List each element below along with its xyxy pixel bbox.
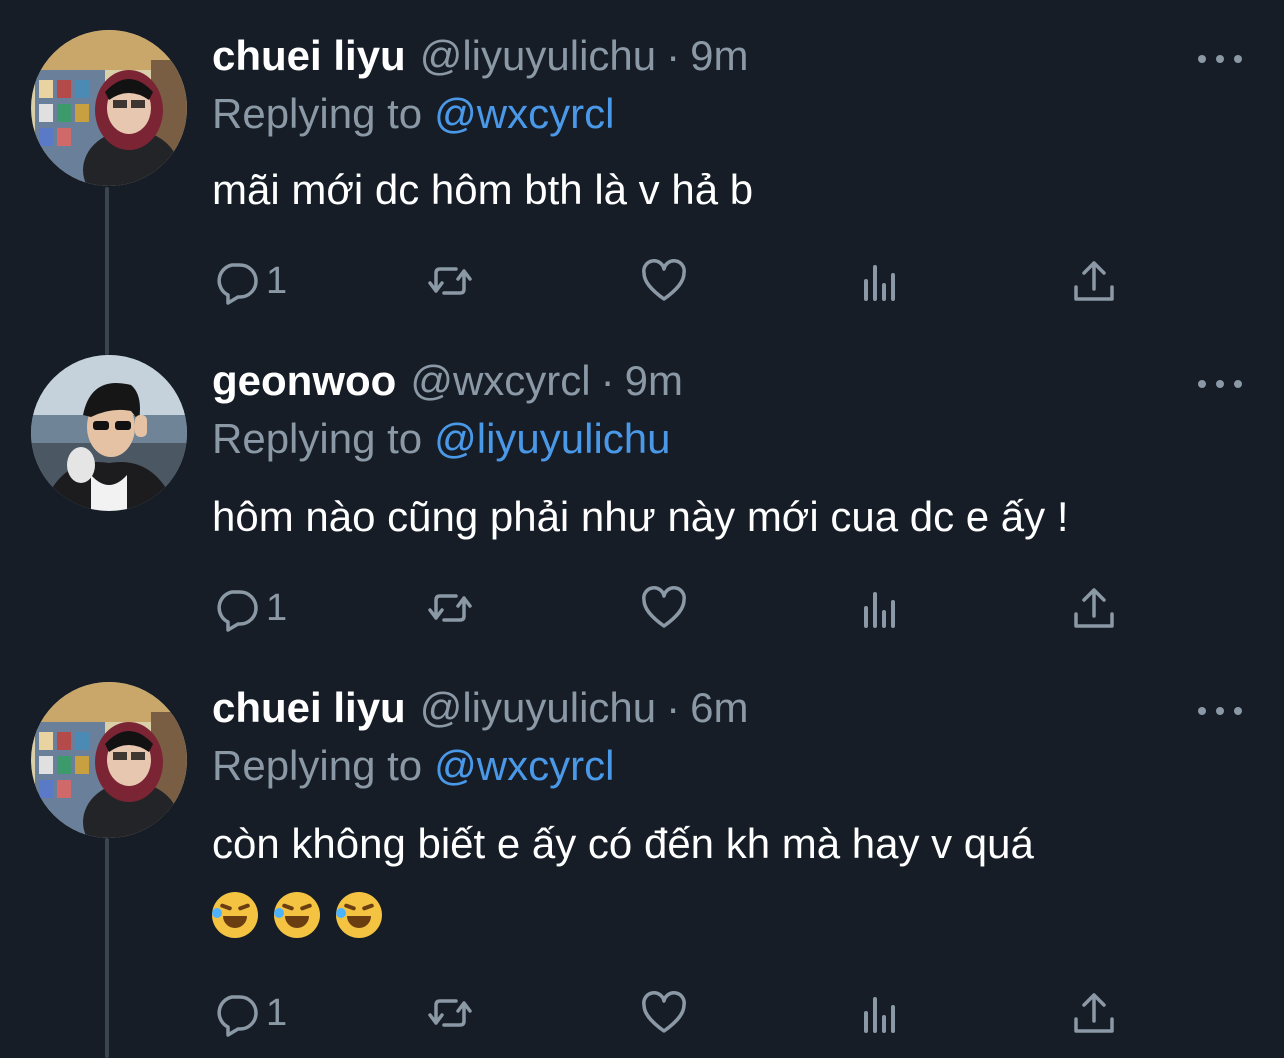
tweet-header: chuei liyu @liyuyulichu · 6m (212, 684, 748, 744)
tweet-text: hôm nào cũng phải như này mới cua dc e ấ… (212, 493, 1069, 540)
timestamp[interactable]: 9m (690, 32, 748, 80)
views-icon (864, 592, 895, 628)
separator-dot: · (600, 357, 615, 404)
retweet-button[interactable] (426, 988, 474, 1038)
mention-link[interactable]: @liyuyulichu (434, 415, 670, 462)
reply-icon (217, 995, 258, 1037)
display-name[interactable]: chuei liyu (212, 684, 406, 732)
tweet-header: geonwoo @wxcyrcl · 9m (212, 357, 683, 417)
tweet-header: chuei liyu @liyuyulichu · 9m (212, 32, 748, 92)
replying-label: Replying to (212, 415, 423, 462)
action-bar: 1 (212, 583, 1132, 633)
like-button[interactable] (640, 256, 688, 306)
like-button[interactable] (640, 583, 688, 633)
replying-label: Replying to (212, 742, 423, 789)
tweet[interactable]: chuei liyu @liyuyulichu · 6m Replying to… (0, 682, 1284, 1058)
user-handle[interactable]: @liyuyulichu (420, 32, 656, 80)
avatar[interactable] (31, 355, 187, 511)
reply-button[interactable]: 1 (212, 256, 287, 306)
retweet-icon (428, 594, 472, 622)
reply-count: 1 (266, 259, 288, 302)
replying-to: Replying to @liyuyulichu (212, 415, 671, 463)
retweet-button[interactable] (426, 583, 474, 633)
retweet-button[interactable] (426, 256, 474, 306)
views-icon (864, 997, 895, 1033)
timestamp[interactable]: 6m (690, 684, 748, 732)
more-icon[interactable] (1198, 44, 1242, 74)
emoji-row (212, 892, 382, 938)
share-icon (1074, 261, 1114, 301)
share-icon (1074, 993, 1114, 1033)
rolling-on-floor-laughing-emoji (336, 892, 382, 938)
views-button[interactable] (858, 988, 906, 1038)
views-button[interactable] (858, 256, 906, 306)
replying-to: Replying to @wxcyrcl (212, 90, 614, 138)
heart-icon (642, 259, 686, 301)
heart-icon (642, 586, 686, 628)
rolling-on-floor-laughing-emoji (212, 892, 258, 938)
like-button[interactable] (640, 988, 688, 1038)
tweet-text: còn không biết e ấy có đến kh mà hay v q… (212, 820, 1034, 867)
separator-dot: · (666, 684, 681, 731)
reply-button[interactable]: 1 (212, 988, 287, 1038)
share-button[interactable] (1070, 583, 1118, 633)
avatar[interactable] (31, 682, 187, 838)
more-icon[interactable] (1198, 369, 1242, 399)
reply-count: 1 (266, 586, 288, 629)
replying-label: Replying to (212, 90, 423, 137)
share-icon (1074, 588, 1114, 628)
tweet[interactable]: geonwoo @wxcyrcl · 9m Replying to @liyuyu… (0, 355, 1284, 665)
mention-link[interactable]: @wxcyrcl (434, 90, 614, 137)
rolling-on-floor-laughing-emoji (274, 892, 320, 938)
heart-icon (642, 991, 686, 1033)
views-button[interactable] (858, 583, 906, 633)
retweet-icon (428, 267, 472, 295)
tweet-text: mãi mới dc hôm bth là v hả b (212, 166, 754, 213)
separator-dot: · (666, 32, 681, 79)
avatar-image (31, 30, 187, 186)
tweet[interactable]: chuei liyu @liyuyulichu · 9m Replying to… (0, 30, 1284, 340)
reply-icon (217, 590, 258, 632)
avatar[interactable] (31, 30, 187, 186)
mention-link[interactable]: @wxcyrcl (434, 742, 614, 789)
reply-count: 1 (266, 991, 288, 1034)
retweet-icon (428, 999, 472, 1027)
display-name[interactable]: geonwoo (212, 357, 396, 405)
share-button[interactable] (1070, 256, 1118, 306)
user-handle[interactable]: @wxcyrcl (410, 357, 590, 405)
action-bar: 1 (212, 988, 1132, 1038)
action-bar: 1 (212, 256, 1132, 306)
display-name[interactable]: chuei liyu (212, 32, 406, 80)
views-icon (864, 265, 895, 301)
avatar-image (31, 355, 187, 511)
timestamp[interactable]: 9m (625, 357, 683, 405)
avatar-image (31, 682, 187, 838)
replying-to: Replying to @wxcyrcl (212, 742, 614, 790)
reply-icon (217, 263, 258, 305)
share-button[interactable] (1070, 988, 1118, 1038)
more-icon[interactable] (1198, 696, 1242, 726)
reply-button[interactable]: 1 (212, 583, 287, 633)
user-handle[interactable]: @liyuyulichu (420, 684, 656, 732)
